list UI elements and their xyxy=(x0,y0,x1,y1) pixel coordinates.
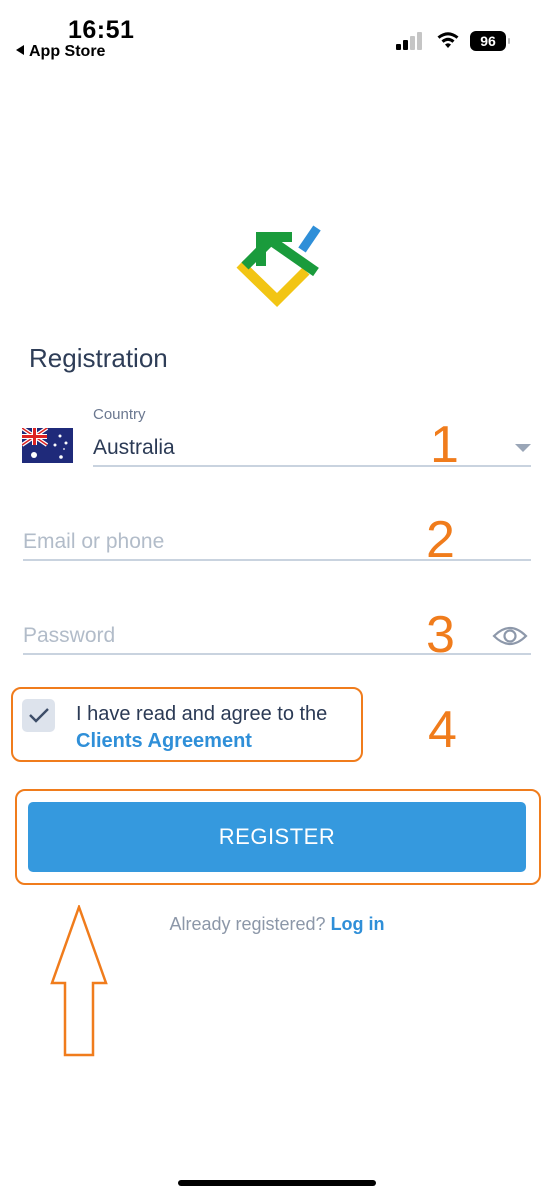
battery-icon: 96 xyxy=(470,31,510,51)
cellular-signal-icon xyxy=(396,32,424,50)
country-label: Country xyxy=(93,406,146,423)
back-label: App Store xyxy=(29,43,106,60)
back-to-app-store[interactable]: App Store xyxy=(16,43,105,61)
show-password-eye-icon[interactable] xyxy=(492,624,528,648)
annotation-number-3: 3 xyxy=(426,606,455,664)
annotation-number-2: 2 xyxy=(426,511,455,569)
annotation-number-4: 4 xyxy=(428,701,457,759)
page-title: Registration xyxy=(29,343,168,373)
country-underline xyxy=(93,465,531,467)
checkmark-icon xyxy=(29,708,49,723)
annotation-arrow-up-icon xyxy=(50,905,108,1057)
australia-flag-icon[interactable] xyxy=(22,428,73,463)
email-field[interactable]: Email or phone xyxy=(23,530,164,554)
agreement-checkbox[interactable] xyxy=(22,699,55,732)
login-link[interactable]: Log in xyxy=(331,914,385,934)
annotation-number-1: 1 xyxy=(430,416,459,474)
agreement-text: I have read and agree to the xyxy=(76,703,328,725)
password-field[interactable]: Password xyxy=(23,624,115,648)
app-logo xyxy=(236,225,321,308)
back-arrow-icon xyxy=(16,45,24,55)
clients-agreement-link[interactable]: Clients Agreement xyxy=(76,730,252,753)
wifi-icon xyxy=(437,32,459,48)
register-button[interactable]: REGISTER xyxy=(28,802,526,872)
chevron-down-icon[interactable] xyxy=(515,444,531,452)
login-prompt: Already registered? xyxy=(169,914,326,934)
country-select[interactable]: Australia xyxy=(93,436,175,460)
status-time: 16:51 xyxy=(68,16,135,44)
home-indicator xyxy=(178,1180,376,1186)
